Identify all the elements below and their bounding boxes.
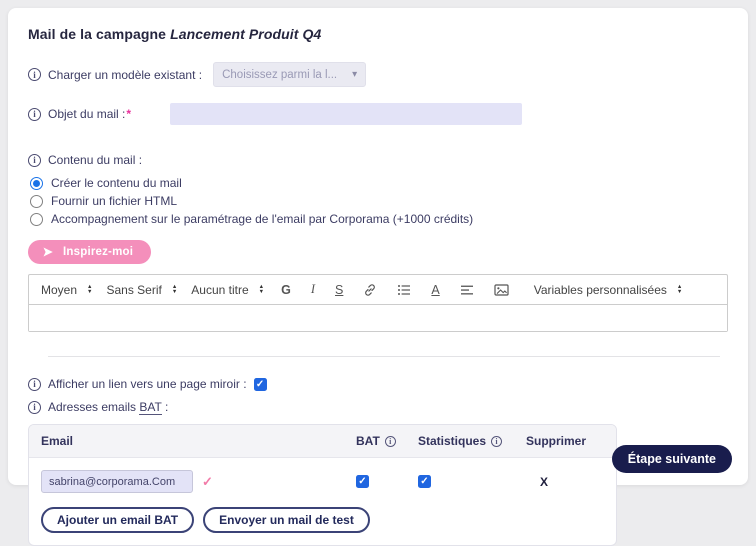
radio-option-assisted[interactable]: Accompagnement sur le paramétrage de l'e… xyxy=(28,212,728,226)
editor-toolbar: Moyen Sans Serif Aucun titre G I S A xyxy=(29,275,727,305)
align-button[interactable] xyxy=(457,283,477,297)
underline-button[interactable]: S xyxy=(332,283,346,297)
info-icon xyxy=(491,436,502,447)
radio-button[interactable] xyxy=(30,213,43,226)
table-row: X xyxy=(29,458,616,503)
inspire-me-label: Inspirez-moi xyxy=(63,246,133,258)
radio-label: Accompagnement sur le paramétrage de l'e… xyxy=(51,212,473,226)
link-button[interactable] xyxy=(360,283,380,297)
template-select[interactable]: Choisissez parmi la l... xyxy=(213,62,366,87)
sort-arrows-icon xyxy=(87,285,92,295)
image-icon xyxy=(494,283,509,297)
radio-option-html-file[interactable]: Fournir un fichier HTML xyxy=(28,194,728,208)
bat-term: BAT xyxy=(139,400,161,415)
radio-button-selected[interactable] xyxy=(30,177,43,190)
mirror-link-label: Afficher un lien vers une page miroir : xyxy=(48,377,247,391)
next-step-button[interactable]: Étape suivante xyxy=(612,445,732,473)
bat-email-input[interactable] xyxy=(41,470,193,493)
editor-body[interactable] xyxy=(29,305,727,331)
chevron-down-icon xyxy=(352,69,357,80)
sort-arrows-icon xyxy=(677,285,682,295)
subject-row: Objet du mail :* xyxy=(28,103,728,125)
stats-checkbox[interactable] xyxy=(418,475,431,488)
delete-row-button[interactable]: X xyxy=(540,475,548,489)
font-size-select[interactable]: Moyen xyxy=(41,283,92,297)
inspire-me-button[interactable]: Inspirez-moi xyxy=(28,240,151,264)
radio-label: Fournir un fichier HTML xyxy=(51,194,177,208)
email-cell xyxy=(41,470,356,493)
stats-cell xyxy=(418,475,526,488)
delete-cell: X xyxy=(526,475,604,489)
content-label-row: Contenu du mail : xyxy=(28,153,728,167)
image-button[interactable] xyxy=(491,283,512,297)
template-loader-row: Charger un modèle existant : Choisissez … xyxy=(28,62,728,87)
subject-label: Objet du mail :* xyxy=(48,107,131,121)
template-select-value: Choisissez parmi la l... xyxy=(222,69,337,81)
section-divider xyxy=(48,356,720,357)
list-button[interactable] xyxy=(394,283,414,297)
italic-button[interactable]: I xyxy=(308,282,318,297)
campaign-mail-card: Mail de la campagne Lancement Produit Q4… xyxy=(8,8,748,485)
bat-cell xyxy=(356,475,418,488)
bat-label-row: Adresses emails BAT : xyxy=(28,400,728,414)
sort-arrows-icon xyxy=(259,285,264,295)
campaign-name: Lancement Produit Q4 xyxy=(170,26,321,42)
valid-check-icon xyxy=(202,474,213,490)
wysiwyg-editor: Moyen Sans Serif Aucun titre G I S A xyxy=(28,274,728,332)
align-icon xyxy=(460,283,474,297)
subject-label-wrap: Objet du mail :* xyxy=(28,107,163,121)
send-test-mail-button[interactable]: Envoyer un mail de test xyxy=(203,507,370,533)
font-family-select[interactable]: Sans Serif xyxy=(106,283,177,297)
send-icon xyxy=(42,246,54,258)
bullet-list-icon xyxy=(397,283,411,297)
heading-select[interactable]: Aucun titre xyxy=(191,283,264,297)
link-icon xyxy=(363,283,377,297)
mirror-link-checkbox[interactable] xyxy=(254,378,267,391)
info-icon xyxy=(28,108,41,121)
header-bat: BAT xyxy=(356,434,418,448)
info-icon xyxy=(385,436,396,447)
content-label: Contenu du mail : xyxy=(48,153,142,167)
radio-option-create[interactable]: Créer le contenu du mail xyxy=(28,176,728,190)
radio-label: Créer le contenu du mail xyxy=(51,176,182,190)
bat-checkbox[interactable] xyxy=(356,475,369,488)
info-icon xyxy=(28,378,41,391)
text-color-button[interactable]: A xyxy=(428,283,442,297)
header-supprimer: Supprimer xyxy=(526,434,604,448)
mirror-link-row: Afficher un lien vers une page miroir : xyxy=(28,377,728,391)
add-bat-email-button[interactable]: Ajouter un email BAT xyxy=(41,507,194,533)
bat-table-header: Email BAT Statistiques Supprimer xyxy=(29,425,616,458)
header-email: Email xyxy=(41,434,356,448)
info-icon xyxy=(28,68,41,81)
template-loader-label: Charger un modèle existant : xyxy=(48,68,202,82)
header-statistiques: Statistiques xyxy=(418,434,526,448)
page-title-prefix: Mail de la campagne xyxy=(28,26,170,42)
bold-button[interactable]: G xyxy=(278,283,294,297)
required-asterisk: * xyxy=(126,107,131,121)
bat-table: Email BAT Statistiques Supprimer xyxy=(28,424,617,546)
bat-table-actions: Ajouter un email BAT Envoyer un mail de … xyxy=(29,503,616,545)
subject-input[interactable] xyxy=(170,103,522,125)
variables-select[interactable]: Variables personnalisées xyxy=(534,283,683,297)
page-title: Mail de la campagne Lancement Produit Q4 xyxy=(28,26,728,42)
sort-arrows-icon xyxy=(172,285,177,295)
radio-button[interactable] xyxy=(30,195,43,208)
info-icon xyxy=(28,154,41,167)
bat-addresses-label: Adresses emails BAT : xyxy=(48,400,168,414)
info-icon xyxy=(28,401,41,414)
